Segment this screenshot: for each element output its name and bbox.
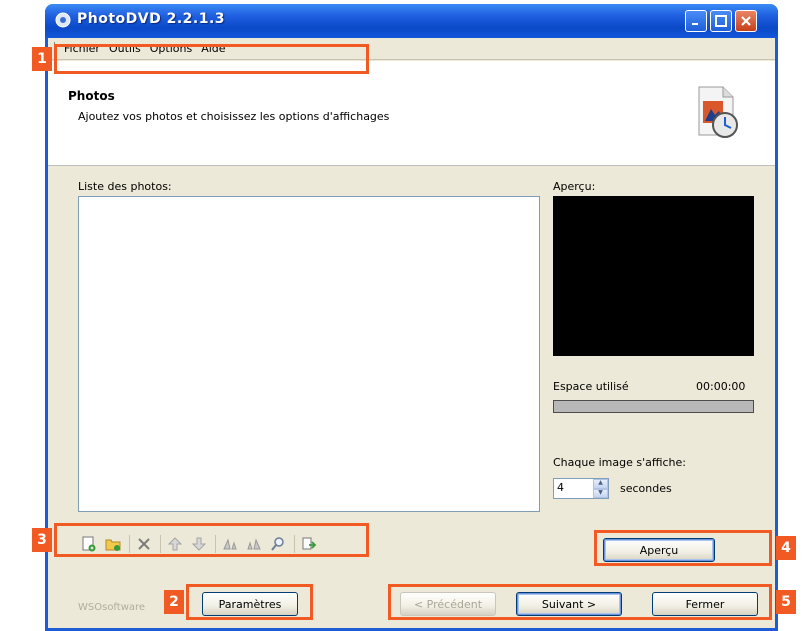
photo-list[interactable] xyxy=(78,196,540,512)
space-used-label: Espace utilisé xyxy=(553,380,629,393)
page-subtitle: Ajoutez vos photos et choisissez les opt… xyxy=(78,110,390,123)
maximize-icon xyxy=(715,15,727,27)
window-title: PhotoDVD 2.2.1.3 xyxy=(77,11,226,27)
stepper-arrows[interactable]: ▲ ▼ xyxy=(593,479,608,498)
callout-box-navigation xyxy=(388,584,772,620)
callout-box-menu xyxy=(54,44,369,74)
seconds-value: 4 xyxy=(557,481,564,494)
callout-number-1: 1 xyxy=(32,47,52,71)
callout-box-apercu xyxy=(594,530,772,566)
app-icon xyxy=(55,12,71,28)
seconds-stepper[interactable]: 4 ▲ ▼ xyxy=(553,478,609,499)
seconds-unit: secondes xyxy=(620,482,672,495)
callout-number-5: 5 xyxy=(776,590,796,614)
space-used-bar xyxy=(553,400,754,413)
stepper-up-icon[interactable]: ▲ xyxy=(593,479,608,489)
title-bar[interactable]: PhotoDVD 2.2.1.3 xyxy=(45,4,778,38)
minimize-icon xyxy=(692,23,698,25)
callout-box-toolbar xyxy=(54,523,369,557)
page-title: Photos xyxy=(68,89,115,103)
footer-brand: WSOsoftware xyxy=(78,602,146,613)
callout-number-4: 4 xyxy=(776,536,796,560)
close-icon xyxy=(741,16,751,26)
preview-label: Aperçu: xyxy=(553,180,596,193)
close-button[interactable] xyxy=(735,10,757,32)
callout-number-2: 2 xyxy=(164,590,184,614)
callout-number-3: 3 xyxy=(32,528,52,552)
photo-clock-icon xyxy=(698,86,738,138)
minimize-button[interactable] xyxy=(685,10,707,32)
callout-box-parametres xyxy=(186,584,313,620)
stepper-down-icon[interactable]: ▼ xyxy=(593,488,608,498)
page-header: Photos Ajoutez vos photos et choisissez … xyxy=(48,61,775,166)
display-duration-label: Chaque image s'affiche: xyxy=(553,456,686,469)
maximize-button[interactable] xyxy=(710,10,732,32)
preview-pane xyxy=(553,196,754,356)
space-used-time: 00:00:00 xyxy=(696,380,746,393)
photo-list-label: Liste des photos: xyxy=(78,180,172,193)
